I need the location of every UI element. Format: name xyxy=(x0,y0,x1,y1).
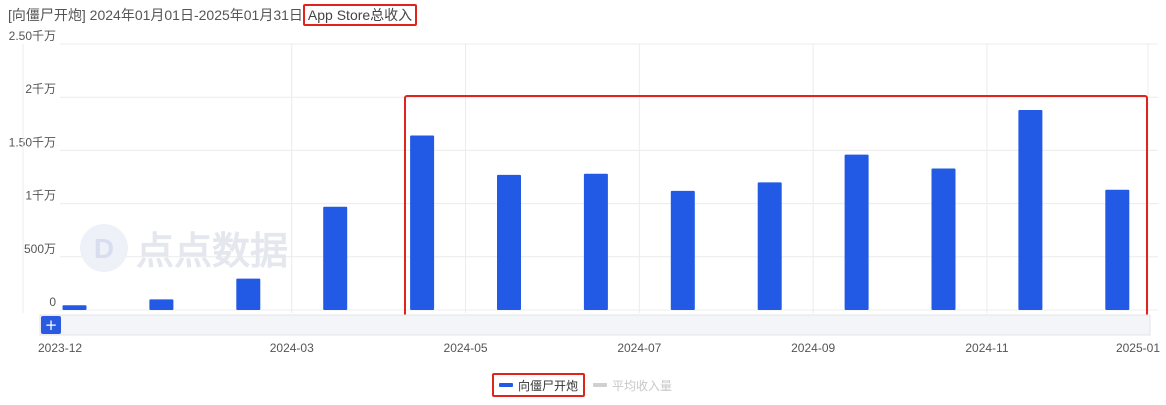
bar xyxy=(323,206,348,310)
bar xyxy=(62,305,87,310)
bar xyxy=(410,135,435,310)
y-tick-label: 500万 xyxy=(24,242,56,256)
range-slider-track xyxy=(39,314,1151,336)
watermark-logo-letter: D xyxy=(94,233,114,264)
bar xyxy=(670,190,695,310)
y-tick-label: 2千万 xyxy=(25,82,56,96)
x-tick-label: 2024-03 xyxy=(270,341,314,355)
legend-item-series[interactable]: 向僵尸开炮 xyxy=(492,373,586,397)
x-tick-label: 2025-01 xyxy=(1116,341,1160,355)
x-tick-label: 2024-07 xyxy=(617,341,661,355)
legend-swatch-series xyxy=(499,383,513,387)
bar xyxy=(757,182,782,310)
y-tick-label: 0 xyxy=(49,295,56,309)
legend-label-average: 平均收入量 xyxy=(612,378,673,393)
bar xyxy=(1018,109,1043,310)
bar xyxy=(497,174,521,310)
legend: 向僵尸开炮 平均收入量 xyxy=(492,373,680,397)
bar xyxy=(1105,189,1130,310)
legend-item-average[interactable]: 平均收入量 xyxy=(593,377,672,394)
legend-swatch-average xyxy=(593,383,608,387)
y-tick-label: 1千万 xyxy=(25,189,56,203)
bar xyxy=(149,299,174,310)
x-tick-label: 2024-11 xyxy=(965,341,1008,355)
bar-chart: 0 500万 1千万 1.50千万 2千万 2.50千万 D 点点数据 +2023-12 2024… xyxy=(9,29,1161,355)
x-tick-label: 2024-09 xyxy=(791,341,835,355)
x-tick-label: 2023-12 xyxy=(38,341,82,355)
watermark-text: 点点数据 xyxy=(136,229,288,273)
legend-label-series: 向僵尸开炮 xyxy=(518,378,579,393)
bar xyxy=(844,154,869,310)
bar xyxy=(583,173,608,310)
bar xyxy=(236,278,261,310)
bar xyxy=(931,168,956,310)
y-tick-label: 1.50千万 xyxy=(9,135,56,149)
x-tick-label: 2024-05 xyxy=(444,341,488,355)
zoom-plus-icon: + xyxy=(45,316,58,334)
y-tick-label: 2.50千万 xyxy=(9,29,56,43)
